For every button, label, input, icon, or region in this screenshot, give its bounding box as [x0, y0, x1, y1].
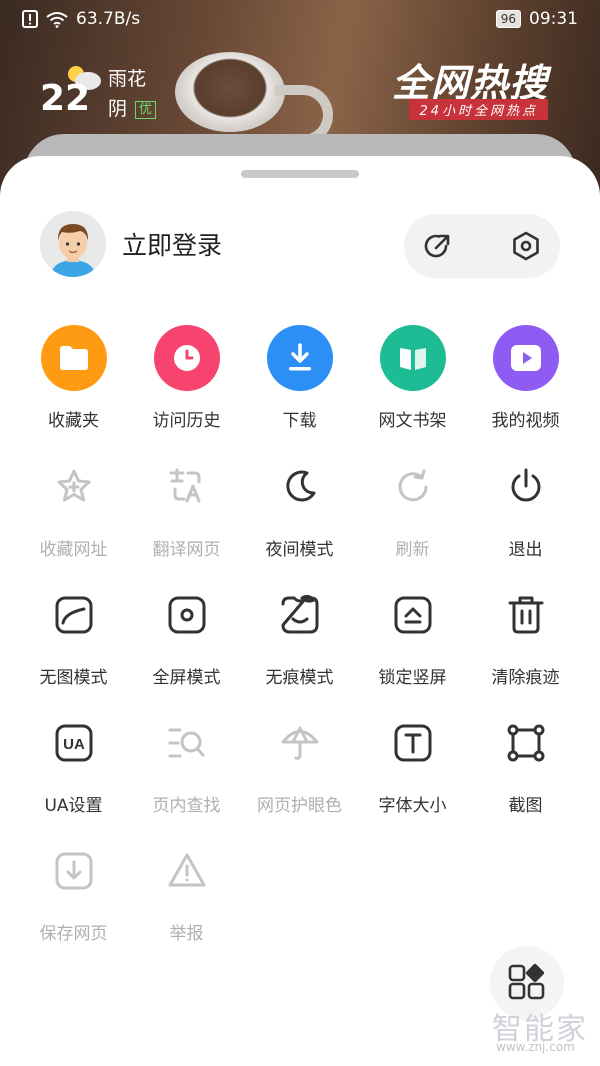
fullscreen-icon	[153, 581, 221, 649]
aqi-badge: 优	[135, 100, 157, 119]
menu-item-label: 清除痕迹	[491, 668, 560, 688]
coffee-cup-image	[175, 52, 285, 132]
menu-item-refresh[interactable]: 刷新	[356, 453, 469, 560]
save-page-icon	[40, 837, 108, 905]
menu-item-label: 访问历史	[152, 411, 221, 431]
umbrella-icon	[266, 709, 334, 777]
menu-item-screenshot[interactable]: 截图	[469, 709, 582, 816]
menu-item-no-image[interactable]: 无图模式	[17, 581, 130, 688]
menu-item-find-in-page[interactable]: 页内查找	[130, 709, 243, 816]
video-icon	[492, 324, 560, 392]
menu-item-power[interactable]: 退出	[469, 453, 582, 560]
warning-icon	[153, 837, 221, 905]
power-icon	[492, 453, 560, 521]
refresh-icon	[379, 453, 447, 521]
incognito-icon	[266, 581, 334, 649]
menu-item-label: 举报	[169, 924, 204, 944]
menu-item-label: 下载	[282, 411, 317, 431]
status-bar: 63.7B/s 96 09:31	[0, 0, 600, 40]
menu-item-umbrella[interactable]: 网页护眼色	[243, 709, 356, 816]
clock: 09:31	[529, 9, 578, 29]
menu-item-font-size[interactable]: 字体大小	[356, 709, 469, 816]
find-in-page-icon	[153, 709, 221, 777]
battery-indicator: 96	[495, 10, 521, 28]
svg-text:UA: UA	[63, 736, 85, 753]
download-icon	[266, 324, 334, 392]
menu-item-label: 网文书架	[378, 411, 447, 431]
settings-hexagon-icon	[513, 231, 539, 261]
star-plus-icon	[40, 453, 108, 521]
ua-icon: UA	[40, 709, 108, 777]
menu-item-star-plus[interactable]: 收藏网址	[17, 453, 130, 560]
screenshot-icon	[492, 709, 560, 777]
menu-item-label: 刷新	[395, 540, 430, 560]
menu-item-clock[interactable]: 访问历史	[130, 324, 243, 431]
menu-item-video[interactable]: 我的视频	[469, 324, 582, 431]
menu-item-warning[interactable]: 举报	[130, 837, 243, 944]
share-icon	[424, 234, 450, 258]
menu-item-book[interactable]: 网文书架	[356, 324, 469, 431]
weather-description: 雨花 阴优	[108, 64, 157, 124]
alert-icon	[22, 10, 38, 28]
menu-item-translate[interactable]: 翻译网页	[130, 453, 243, 560]
folder-icon	[40, 324, 108, 392]
avatar[interactable]	[40, 211, 106, 277]
moon-icon	[266, 453, 334, 521]
menu-item-lock-portrait[interactable]: 锁定竖屏	[356, 581, 469, 688]
menu-item-label: 无痕模式	[265, 668, 334, 688]
menu-item-label: 夜间模式	[265, 540, 334, 560]
menu-item-moon[interactable]: 夜间模式	[243, 453, 356, 560]
menu-item-label: 全屏模式	[152, 668, 221, 688]
no-image-icon	[40, 581, 108, 649]
menu-item-label: 页内查找	[152, 796, 221, 816]
menu-item-save-page[interactable]: 保存网页	[17, 837, 130, 944]
clock-icon	[153, 324, 221, 392]
menu-item-trash[interactable]: 清除痕迹	[469, 581, 582, 688]
drag-handle[interactable]	[241, 170, 359, 178]
user-avatar-icon	[40, 211, 106, 277]
settings-button[interactable]	[508, 228, 544, 264]
menu-item-label: UA设置	[44, 796, 103, 816]
menu-item-label: 保存网页	[39, 924, 108, 944]
wifi-icon	[46, 11, 68, 28]
lock-portrait-icon	[379, 581, 447, 649]
book-icon	[379, 324, 447, 392]
menu-item-label: 翻译网页	[152, 540, 221, 560]
weather-sky: 阴	[108, 98, 128, 120]
menu-item-incognito[interactable]: 无痕模式	[243, 581, 356, 688]
share-button[interactable]	[420, 228, 456, 264]
menu-item-fullscreen[interactable]: 全屏模式	[130, 581, 243, 688]
menu-item-label: 无图模式	[39, 668, 108, 688]
menu-item-folder[interactable]: 收藏夹	[17, 324, 130, 431]
font-size-icon	[379, 709, 447, 777]
menu-item-label: 截图	[508, 796, 543, 816]
menu-item-label: 网页护眼色	[257, 796, 342, 816]
menu-sheet: 立即登录 收藏夹 访问历史 下载 网文书架 我的视频收藏网址 翻译网页 夜间模式 刷新 退出无图…	[0, 156, 600, 1066]
network-speed: 63.7B/s	[76, 9, 141, 29]
trash-icon	[492, 581, 560, 649]
menu-item-download[interactable]: 下载	[243, 324, 356, 431]
translate-icon	[153, 453, 221, 521]
weather-temperature: 22	[40, 78, 91, 119]
watermark-url: www.znj.com	[496, 1040, 575, 1054]
login-button[interactable]: 立即登录	[122, 226, 222, 262]
hot-search-subtitle: 24小时全网热点	[409, 99, 548, 120]
menu-item-ua[interactable]: UA UA设置	[17, 709, 130, 816]
header-actions	[404, 214, 560, 278]
menu-item-label: 锁定竖屏	[378, 668, 447, 688]
menu-item-label: 我的视频	[491, 411, 560, 431]
weather-condition: 雨花	[108, 68, 147, 90]
apps-grid-icon	[508, 963, 545, 1000]
menu-item-label: 收藏夹	[48, 411, 99, 431]
menu-item-label: 退出	[508, 540, 543, 560]
menu-item-label: 收藏网址	[39, 540, 108, 560]
menu-item-label: 字体大小	[378, 796, 447, 816]
